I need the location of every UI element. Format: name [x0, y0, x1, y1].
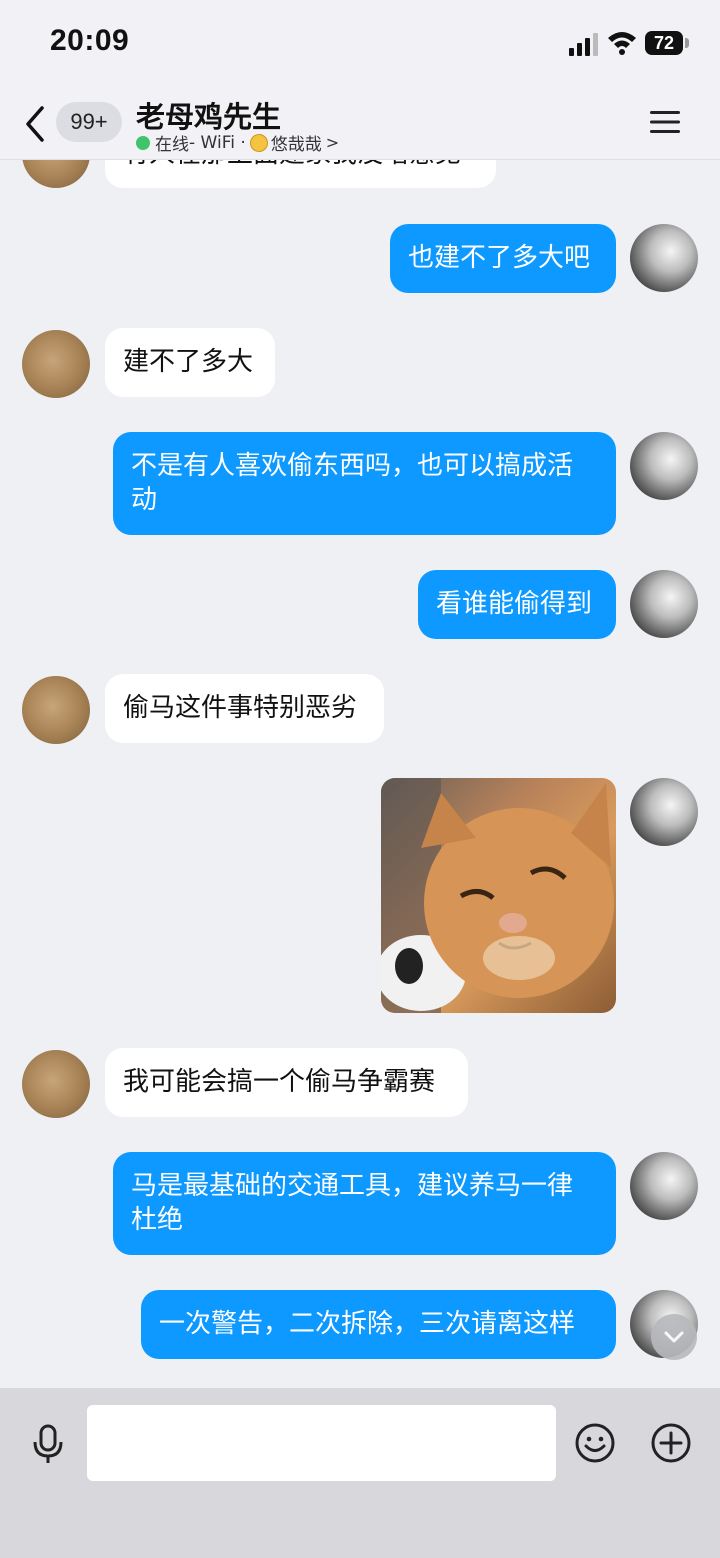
mood-label: 悠哉哉 [270, 135, 322, 155]
menu-icon[interactable] [648, 108, 682, 136]
my-avatar[interactable] [630, 778, 698, 846]
contact-avatar[interactable] [22, 330, 90, 398]
wifi-icon [608, 32, 636, 55]
contact-status[interactable]: 在线 - WiFi · 悠哉哉 > [136, 130, 339, 155]
message-list[interactable]: 有人在那上面建家我没啥意见 也建不了多大吧 建不了多大 不是有人喜欢偷东西吗，也… [0, 160, 720, 1388]
my-avatar[interactable] [630, 432, 698, 500]
my-avatar[interactable] [630, 570, 698, 638]
battery-cap [685, 38, 689, 48]
my-avatar[interactable] [630, 1152, 698, 1220]
message-input[interactable] [87, 1405, 556, 1481]
contact-avatar[interactable] [22, 160, 90, 188]
input-bar [0, 1388, 720, 1558]
outgoing-message[interactable]: 一次警告，二次拆除，三次请离这样 [141, 1290, 616, 1359]
network-label: - WiFi · [189, 132, 246, 153]
back-arrow-icon[interactable] [22, 104, 48, 144]
outgoing-message[interactable]: 看谁能偷得到 [418, 570, 616, 639]
contact-avatar[interactable] [22, 676, 90, 744]
status-time: 20:09 [50, 24, 130, 57]
status-bar: 20:09 72 [0, 0, 720, 88]
cat-face-illustration [381, 778, 614, 1013]
outgoing-message[interactable]: 也建不了多大吧 [390, 224, 616, 293]
incoming-message[interactable]: 我可能会搞一个偷马争霸赛 [105, 1048, 468, 1117]
status-chevron: > [325, 133, 340, 152]
mood-emoji-icon [249, 133, 268, 152]
online-label: 在线 [155, 135, 189, 155]
chevron-down-icon [664, 1331, 684, 1343]
outgoing-message[interactable]: 马是最基础的交通工具，建议养马一律杜绝 [113, 1152, 616, 1255]
plus-circle-icon[interactable] [650, 1422, 692, 1464]
outgoing-message[interactable]: 不是有人喜欢偷东西吗，也可以搞成活动 [113, 432, 616, 535]
my-avatar[interactable] [630, 224, 698, 292]
incoming-message[interactable]: 建不了多大 [105, 328, 275, 397]
cellular-signal-icon [569, 33, 598, 56]
incoming-message[interactable]: 有人在那上面建家我没啥意见 [105, 160, 496, 188]
chat-header: 99+ 老母鸡先生 在线 - WiFi · 悠哉哉 > [0, 88, 720, 160]
emoji-icon[interactable] [574, 1422, 616, 1464]
battery-indicator: 72 [645, 31, 683, 55]
online-dot-icon [136, 135, 150, 150]
cat-sticker-image[interactable] [381, 778, 616, 1013]
incoming-message[interactable]: 偷马这件事特别恶劣 [105, 674, 384, 743]
scroll-to-bottom-button[interactable] [651, 1314, 697, 1360]
contact-avatar[interactable] [22, 1050, 90, 1118]
unread-count-badge[interactable]: 99+ [56, 102, 122, 142]
microphone-icon[interactable] [30, 1424, 66, 1464]
